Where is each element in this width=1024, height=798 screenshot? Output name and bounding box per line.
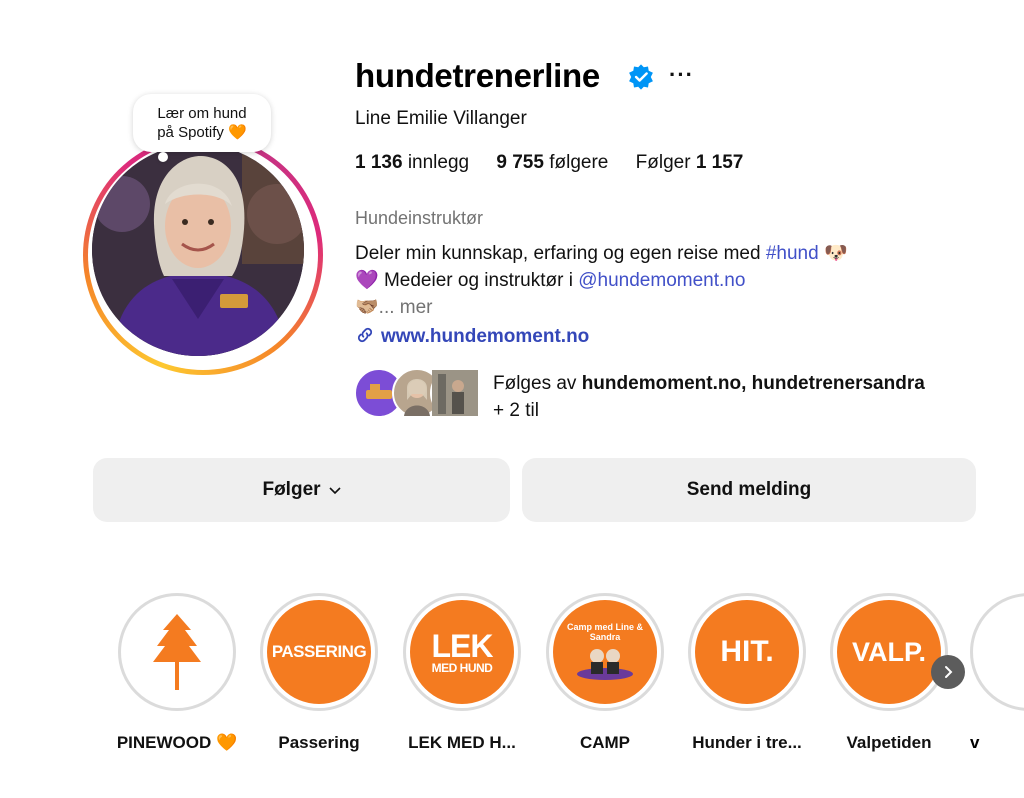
profile-avatar[interactable] — [83, 135, 323, 375]
followed-by-avatars[interactable] — [354, 368, 484, 418]
highlight-lek-med-hund[interactable]: LEK MED HUND LEK MED H... — [401, 593, 523, 752]
profile-category: Hundeinstruktør — [355, 208, 484, 228]
profile-stats: 1 136 innlegg 9 755 følgere Følger 1 157 — [355, 152, 765, 174]
link-icon — [357, 327, 373, 343]
more-options-icon[interactable]: ··· — [669, 62, 694, 88]
bio-hashtag-link[interactable]: #hund — [766, 243, 819, 264]
highlights-next-button[interactable] — [931, 655, 965, 689]
following-button-label: Følger — [262, 479, 321, 500]
bio-line-2: 💜 Medeier og instruktør i @hundemoment.n… — [355, 270, 746, 291]
bio-mention-link[interactable]: @hundemoment.no — [578, 270, 745, 291]
highlight-partial[interactable]: v — [970, 593, 1024, 773]
highlight-camp[interactable]: Camp med Line & Sandra CAMP — [544, 593, 666, 752]
highlight-label: PINEWOOD 🧡 — [116, 733, 238, 752]
highlight-cover-passering: PASSERING — [267, 600, 371, 704]
website-link[interactable]: www.hundemoment.no — [355, 325, 589, 348]
highlight-hunder-i-trening[interactable]: HIT. Hunder i tre... — [686, 593, 808, 752]
highlight-label: LEK MED H... — [408, 733, 516, 752]
chevron-down-icon — [328, 487, 341, 495]
note-line-1: Lær om hund — [157, 105, 247, 122]
highlight-valpetiden[interactable]: VALP. Valpetiden — [828, 593, 950, 752]
verified-badge-icon — [629, 64, 653, 90]
highlight-cover-camp: Camp med Line & Sandra — [553, 600, 657, 704]
highlight-passering[interactable]: PASSERING Passering — [258, 593, 380, 752]
followed-by-text[interactable]: Følges av hundemoment.no, hundetrenersan… — [493, 370, 925, 424]
bio-line-1: Deler min kunnskap, erfaring og egen rei… — [355, 243, 848, 264]
highlight-pinewood[interactable]: PINEWOOD 🧡 — [116, 593, 238, 752]
note-bubble-tail — [158, 152, 168, 162]
following-button[interactable]: Følger — [93, 458, 510, 522]
avatar-portrait — [92, 144, 304, 356]
highlight-cover-valp: VALP. — [837, 600, 941, 704]
bio-line-3: 🫱🏼‍🫲🏽... mer — [355, 297, 433, 318]
highlight-label: Passering — [278, 733, 360, 752]
highlight-label: v — [970, 733, 980, 752]
highlight-label: CAMP — [579, 733, 631, 752]
highlight-label: Valpetiden — [846, 733, 932, 752]
highlight-partial-ring — [970, 593, 1024, 711]
highlight-cover-pinewood — [125, 600, 229, 704]
bio-more-link[interactable]: ... mer — [379, 297, 433, 318]
username: hundetrenerline — [355, 57, 600, 94]
following-count[interactable]: Følger 1 157 — [636, 152, 744, 173]
highlight-cover-lek: LEK MED HUND — [410, 600, 514, 704]
send-message-label: Send melding — [686, 479, 812, 500]
followers-count[interactable]: 9 755 følgere — [496, 152, 608, 173]
note-bubble[interactable]: Lær om hund på Spotify 🧡 — [133, 94, 271, 152]
follower-avatar-third — [430, 368, 480, 418]
highlight-label: Hunder i tre... — [692, 733, 802, 752]
full-name: Line Emilie Villanger — [355, 108, 527, 129]
camp-illustration-icon — [577, 649, 633, 680]
note-line-2: på Spotify 🧡 — [157, 124, 247, 141]
pine-tree-icon — [153, 614, 201, 690]
profile-bio: Deler min kunnskap, erfaring og egen rei… — [355, 240, 848, 321]
chevron-right-icon — [945, 666, 953, 678]
send-message-button[interactable]: Send melding — [522, 458, 976, 522]
posts-count: 1 136 innlegg — [355, 152, 470, 173]
avatar-photo — [92, 144, 304, 356]
highlight-cover-hit: HIT. — [695, 600, 799, 704]
